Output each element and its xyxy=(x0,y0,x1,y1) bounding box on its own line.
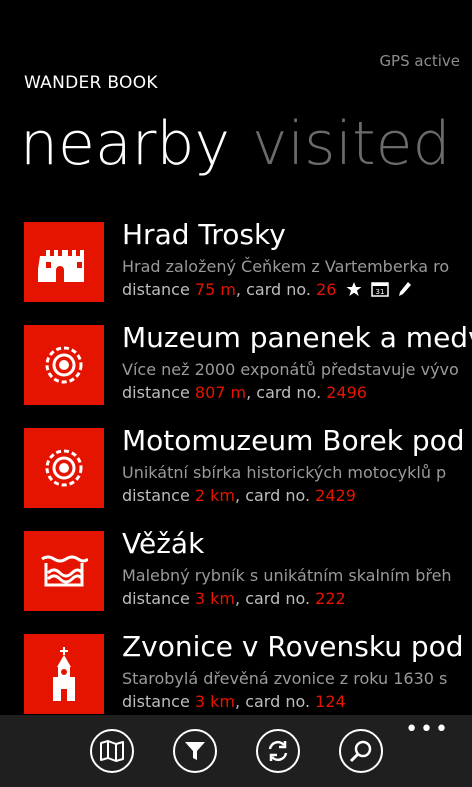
item-meta: distance 3 km, card no. 222 xyxy=(122,587,452,611)
list-item[interactable]: Motomuzeum Borek pod T Unikátní sbírka h… xyxy=(0,421,472,524)
distance-value: 807 m xyxy=(194,383,247,402)
filter-icon xyxy=(185,742,205,760)
bell-tower-icon xyxy=(24,634,104,714)
card-label: , card no. xyxy=(246,383,322,402)
museum-icon xyxy=(24,428,104,508)
gps-status: GPS active xyxy=(379,52,460,70)
screen: GPS active WANDER BOOK nearby visited Hra… xyxy=(0,0,472,787)
tab-nearby[interactable]: nearby xyxy=(20,104,230,184)
list-item[interactable]: Věžák Malebný rybník s unikátním skalním… xyxy=(0,524,472,627)
item-description: Více než 2000 exponátů představuje vývo xyxy=(122,360,459,379)
pivot-header: nearby visited xyxy=(20,104,472,184)
card-number: 222 xyxy=(315,589,346,608)
distance-label: distance xyxy=(122,280,190,299)
card-label: , card no. xyxy=(235,280,311,299)
card-number: 2429 xyxy=(315,486,356,505)
distance-value: 75 m xyxy=(194,280,236,299)
search-icon xyxy=(349,740,372,763)
card-number: 2496 xyxy=(326,383,367,402)
item-name: Muzeum panenek a medv xyxy=(122,321,472,354)
distance-value: 3 km xyxy=(194,692,236,711)
map-icon xyxy=(100,740,124,762)
item-description: Hrad založený Čeňkem z Vartemberka ro xyxy=(122,257,450,276)
svg-text:31: 31 xyxy=(375,288,384,296)
item-meta: distance 2 km, card no. 2429 xyxy=(122,484,472,508)
refresh-icon xyxy=(268,740,288,762)
list-item[interactable]: Hrad Trosky Hrad založený Čeňkem z Varte… xyxy=(0,215,472,318)
star-icon xyxy=(346,282,362,296)
tab-visited[interactable]: visited xyxy=(252,104,451,184)
item-meta: distance 807 m, card no. 2496 xyxy=(122,381,472,405)
nearby-list: Hrad Trosky Hrad založený Čeňkem z Varte… xyxy=(0,215,472,730)
item-description: Starobylá dřevěná zvonice z roku 1630 s xyxy=(122,669,448,688)
item-name: Motomuzeum Borek pod T xyxy=(122,424,472,457)
item-description: Malebný rybník s unikátním skalním břeh xyxy=(122,566,452,585)
card-label: , card no. xyxy=(235,486,311,505)
distance-label: distance xyxy=(122,589,190,608)
item-name: Hrad Trosky xyxy=(122,218,286,251)
item-description: Unikátní sbírka historických motocyklů p xyxy=(122,463,447,482)
pond-icon xyxy=(24,531,104,611)
refresh-button[interactable] xyxy=(256,729,300,773)
pencil-icon xyxy=(398,282,411,296)
calendar-icon: 31 xyxy=(370,282,389,297)
card-label: , card no. xyxy=(235,589,311,608)
item-name: Zvonice v Rovensku pod T xyxy=(122,630,472,663)
distance-label: distance xyxy=(122,692,190,711)
card-label: , card no. xyxy=(235,692,311,711)
card-number: 124 xyxy=(315,692,346,711)
distance-value: 2 km xyxy=(194,486,236,505)
item-meta: distance 3 km, card no. 124 xyxy=(122,690,472,714)
card-number: 26 xyxy=(316,280,337,299)
map-button[interactable] xyxy=(90,729,134,773)
app-title: WANDER BOOK xyxy=(24,73,158,93)
more-menu-button[interactable]: ••• xyxy=(405,719,450,741)
list-item[interactable]: Muzeum panenek a medv Více než 2000 expo… xyxy=(0,318,472,421)
castle-icon xyxy=(24,222,104,302)
filter-button[interactable] xyxy=(173,729,217,773)
museum-icon xyxy=(24,325,104,405)
item-name: Věžák xyxy=(122,527,205,560)
distance-label: distance xyxy=(122,486,190,505)
item-meta: distance 75 m, card no. 26 31 xyxy=(122,278,449,302)
app-bar: ••• xyxy=(0,715,472,787)
distance-label: distance xyxy=(122,383,190,402)
search-button[interactable] xyxy=(339,729,383,773)
distance-value: 3 km xyxy=(194,589,236,608)
